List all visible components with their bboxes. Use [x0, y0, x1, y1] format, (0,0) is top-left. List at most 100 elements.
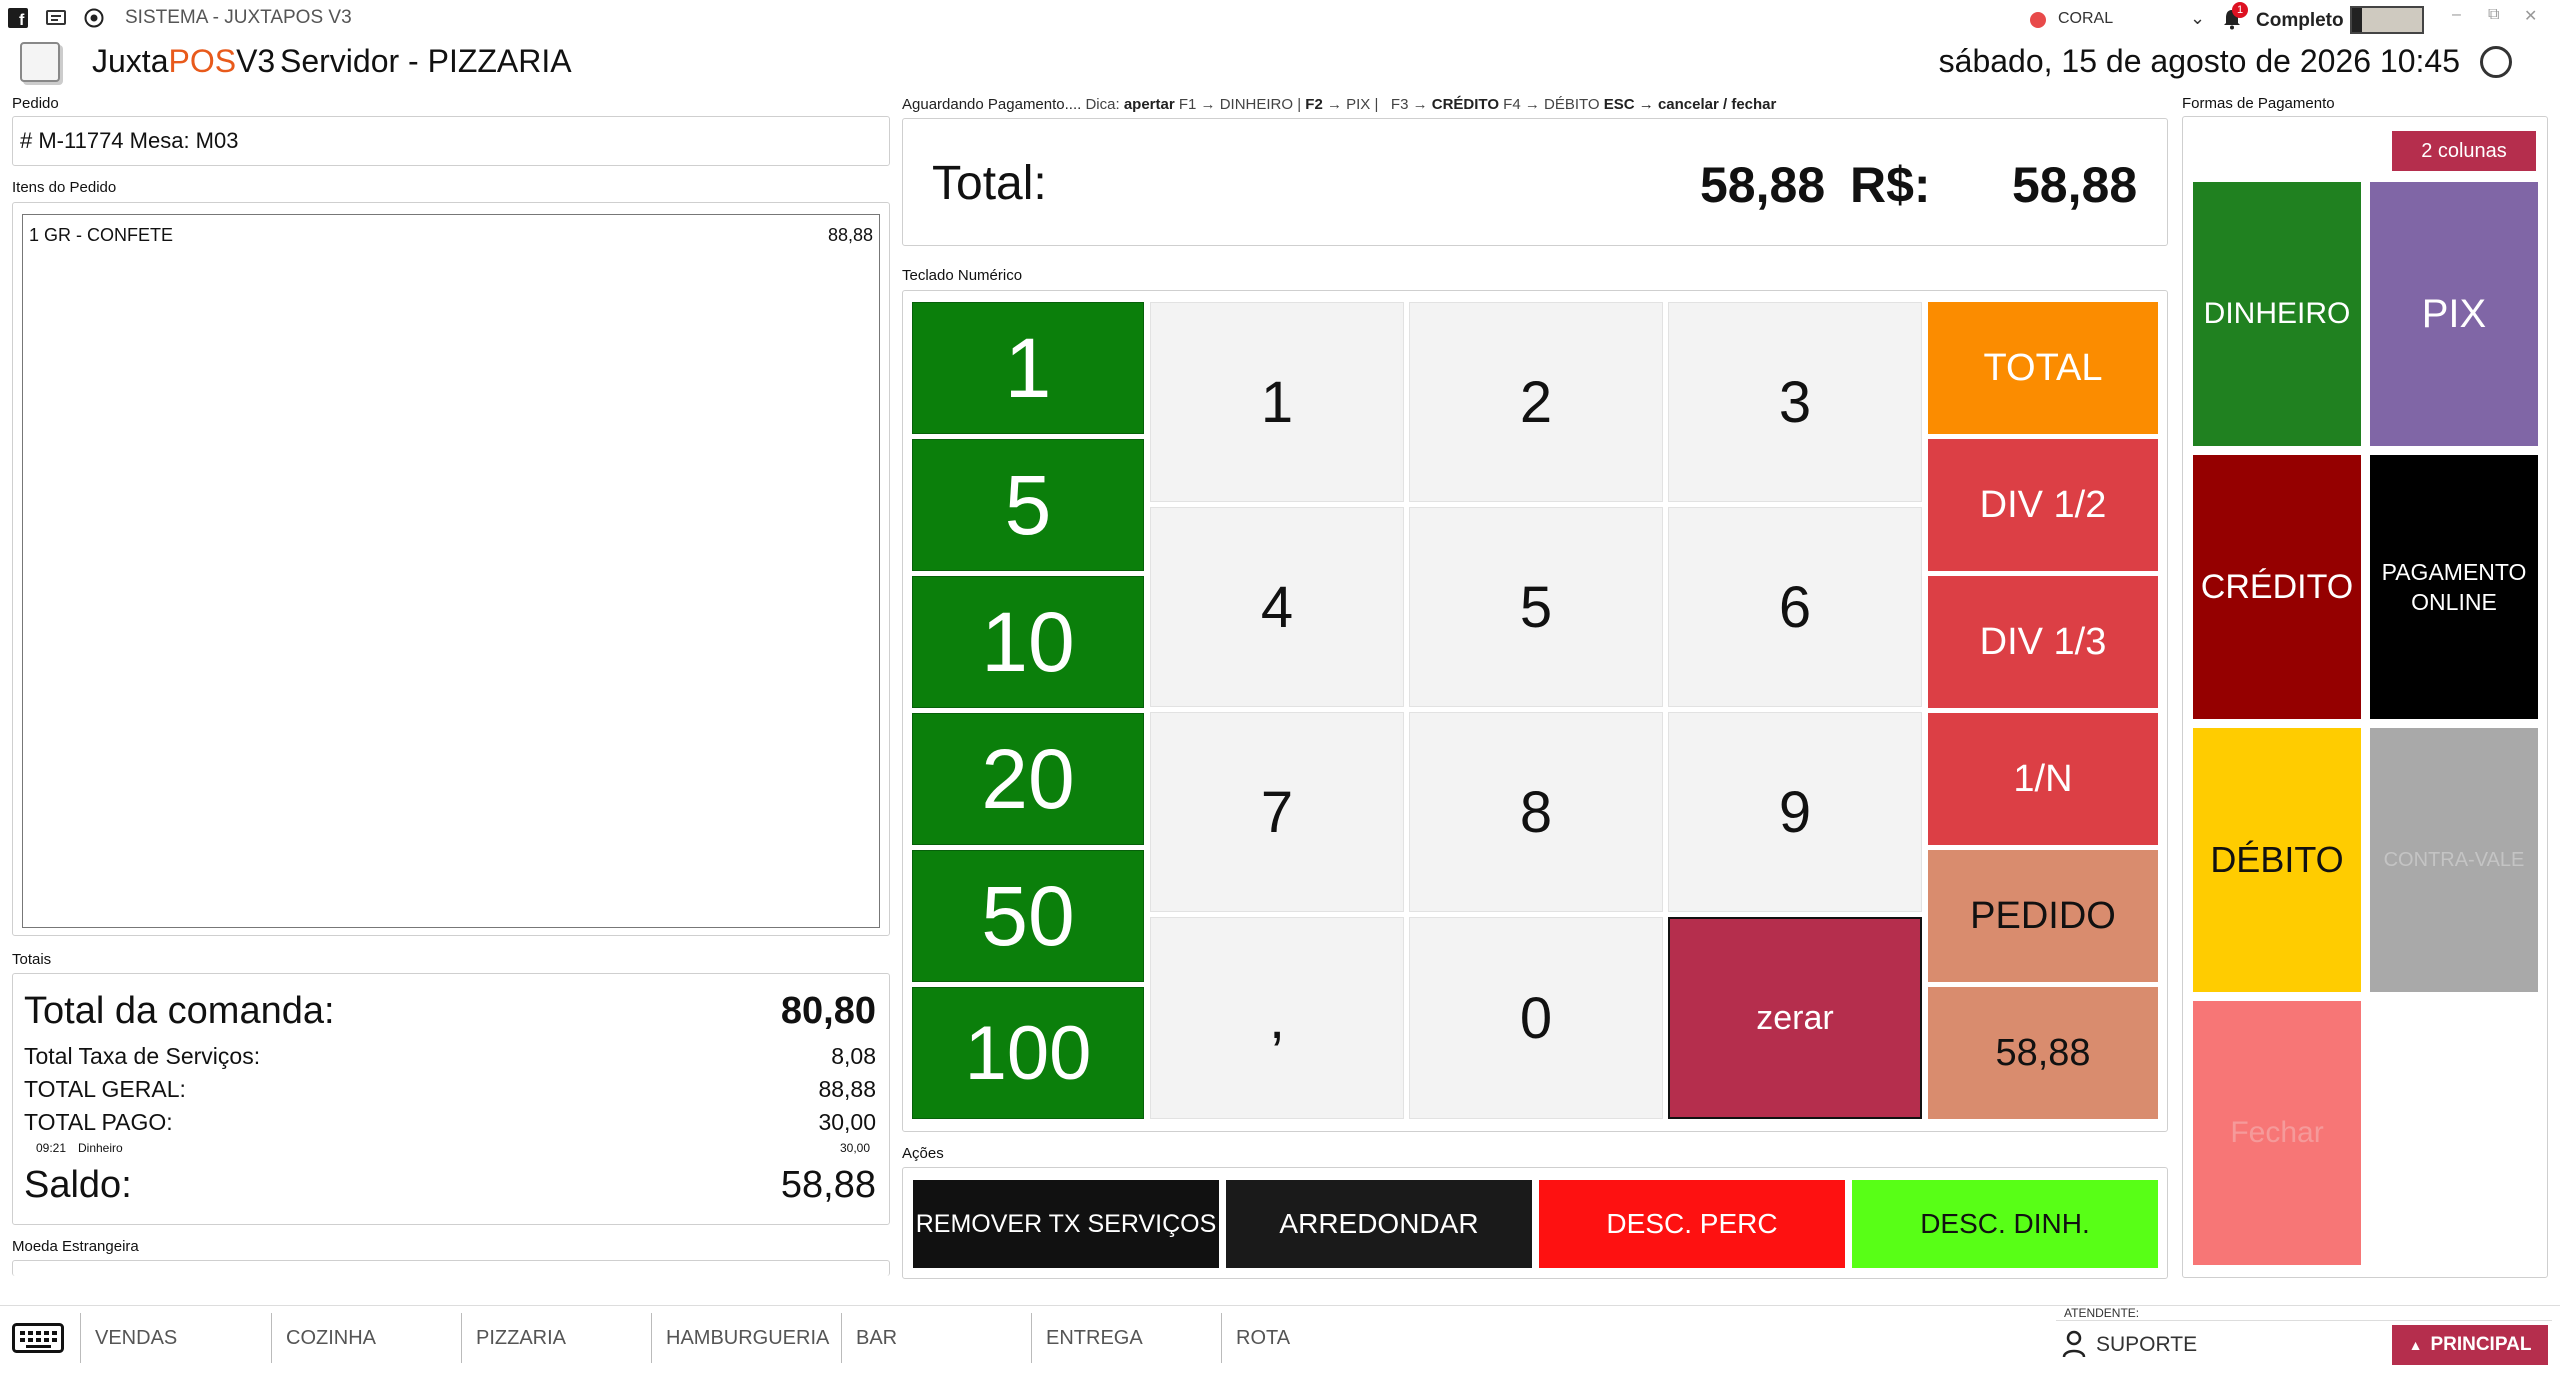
- quick-5-button[interactable]: 5: [912, 439, 1144, 571]
- zerar-button[interactable]: zerar: [1668, 917, 1922, 1119]
- taxa-label: Total Taxa de Serviços:: [24, 1043, 261, 1069]
- mode-toggle[interactable]: [2350, 6, 2424, 34]
- nav-pizzaria[interactable]: PIZZARIA: [461, 1313, 651, 1363]
- status-dot-icon: [2030, 12, 2046, 28]
- desc-perc-button[interactable]: DESC. PERC: [1539, 1180, 1845, 1268]
- div-half-button[interactable]: DIV 1/2: [1928, 439, 2158, 571]
- digit-6-button[interactable]: 6: [1668, 507, 1922, 707]
- pagamento-online-button[interactable]: PAGAMENTO ONLINE: [2370, 455, 2538, 719]
- keypad-label: Teclado Numérico: [902, 267, 1023, 284]
- payment-status: Aguardando Pagamento....: [902, 96, 1082, 113]
- total-comanda-row: Total da comanda: 80,80: [24, 990, 876, 1033]
- pedido-button[interactable]: PEDIDO: [1928, 850, 2158, 982]
- nav-vendas[interactable]: VENDAS: [80, 1313, 270, 1363]
- item-value: 88,88: [827, 225, 873, 245]
- digit-8-button[interactable]: 8: [1409, 712, 1663, 912]
- total-comanda-label: Total da comanda:: [24, 990, 335, 1032]
- hint-f3: F3 →: [1390, 96, 1428, 113]
- pix-button[interactable]: PIX: [2370, 182, 2538, 446]
- server-name: Servidor - PIZZARIA: [280, 43, 572, 79]
- hint-dica: Dica:: [1085, 96, 1120, 113]
- formas-label: Formas de Pagamento: [2182, 95, 2335, 112]
- desc-dinh-button[interactable]: DESC. DINH.: [1852, 1180, 2158, 1268]
- currency-value: 58,88: [2012, 157, 2138, 213]
- fechar-button[interactable]: Fechar: [2193, 1001, 2361, 1265]
- remover-tx-button[interactable]: REMOVER TX SERVIÇOS: [913, 1180, 1219, 1268]
- total-panel: [902, 118, 2168, 246]
- facebook-icon[interactable]: f: [8, 8, 28, 28]
- pedido-value: # M-11774 Mesa: M03: [20, 128, 239, 153]
- hint-apertar: apertar: [1123, 96, 1175, 113]
- quick-20-button[interactable]: 20: [912, 713, 1144, 845]
- digit-3-button[interactable]: 3: [1668, 302, 1922, 502]
- dinheiro-button[interactable]: DINHEIRO: [2193, 182, 2361, 446]
- digit-2-button[interactable]: 2: [1409, 302, 1663, 502]
- globe-icon[interactable]: [84, 8, 104, 28]
- div-n-button[interactable]: 1/N: [1928, 713, 2158, 845]
- hint-credito: CRÉDITO: [1431, 96, 1499, 113]
- digit-5-button[interactable]: 5: [1409, 507, 1663, 707]
- nav-rota[interactable]: ROTA: [1221, 1313, 1411, 1363]
- digit-4-button[interactable]: 4: [1150, 507, 1404, 707]
- restore-button[interactable]: ⧉: [2488, 6, 2499, 24]
- total-pago-value: 30,00: [818, 1109, 876, 1135]
- digit-9-button[interactable]: 9: [1668, 712, 1922, 912]
- svg-text:f: f: [19, 12, 25, 28]
- items-list[interactable]: 1 GR - CONFETE 88,88: [22, 214, 880, 928]
- chevron-up-icon: ▲: [2408, 1337, 2423, 1353]
- totais-label: Totais: [12, 951, 52, 968]
- total-pago-label: TOTAL PAGO:: [24, 1109, 173, 1135]
- total-geral-label: TOTAL GERAL:: [24, 1076, 186, 1102]
- nav-entrega[interactable]: ENTREGA: [1031, 1313, 1221, 1363]
- datetime: sábado, 15 de agosto de 2026 10:45: [1938, 43, 2460, 79]
- digit-0-button[interactable]: 0: [1409, 917, 1663, 1119]
- quick-100-button[interactable]: 100: [912, 987, 1144, 1119]
- moeda-label: Moeda Estrangeira: [12, 1238, 139, 1255]
- quick-10-button[interactable]: 10: [912, 576, 1144, 708]
- principal-button[interactable]: ▲ PRINCIPAL: [2392, 1325, 2548, 1365]
- arredondar-button[interactable]: ARREDONDAR: [1226, 1180, 1532, 1268]
- minimize-button[interactable]: –: [2452, 6, 2461, 24]
- atendente-name[interactable]: SUPORTE: [2096, 1333, 2197, 1357]
- columns-button[interactable]: 2 colunas: [2392, 131, 2536, 171]
- user-icon: [2062, 1330, 2086, 1358]
- quick-1-button[interactable]: 1: [912, 302, 1144, 434]
- payment-value: 30,00: [840, 1141, 871, 1155]
- payment-time: 09:21: [36, 1141, 67, 1155]
- close-window-button[interactable]: ✕: [2524, 6, 2537, 26]
- quick-50-button[interactable]: 50: [912, 850, 1144, 982]
- decimal-comma-button[interactable]: ,: [1150, 917, 1404, 1119]
- payment-method: Dinheiro: [78, 1141, 123, 1155]
- notification-badge: 1: [2232, 2, 2248, 18]
- digit-1-button[interactable]: 1: [1150, 302, 1404, 502]
- saldo-button[interactable]: 58,88: [1928, 987, 2158, 1119]
- app-name-suffix: V3: [236, 43, 276, 79]
- nav-hamburgueria[interactable]: HAMBURGUERIA: [651, 1313, 841, 1363]
- hint-f2: F2: [1305, 96, 1323, 113]
- nav-divider: [0, 1305, 2560, 1306]
- atendente-label: ATENDENTE:: [2064, 1306, 2140, 1320]
- nav-cozinha[interactable]: COZINHA: [271, 1313, 461, 1363]
- taxa-row: Total Taxa de Serviços: 8,08: [24, 1043, 876, 1070]
- payment-hint: Aguardando Pagamento.... Dica: apertar F…: [902, 96, 1776, 113]
- div-third-button[interactable]: DIV 1/3: [1928, 576, 2158, 708]
- window-title: SISTEMA - JUXTAPOS V3: [125, 7, 352, 28]
- app-name-pos: POS: [168, 43, 237, 79]
- moeda-panel: [12, 1260, 890, 1276]
- clock-icon[interactable]: [2480, 46, 2512, 78]
- contra-vale-button[interactable]: CONTRA-VALE: [2370, 728, 2538, 992]
- hint-f1: F1 → DINHEIRO |: [1178, 96, 1302, 113]
- chevron-down-icon[interactable]: ⌄: [2190, 8, 2205, 29]
- total-value: 58,88: [1700, 157, 1826, 213]
- debito-button[interactable]: DÉBITO: [2193, 728, 2361, 992]
- message-icon[interactable]: [46, 8, 66, 28]
- saldo-row: Saldo: 58,88: [24, 1164, 876, 1207]
- credito-button[interactable]: CRÉDITO: [2193, 455, 2361, 719]
- keyboard-icon[interactable]: [12, 1323, 64, 1353]
- digit-7-button[interactable]: 7: [1150, 712, 1404, 912]
- total-button[interactable]: TOTAL: [1928, 302, 2158, 434]
- nav-bar[interactable]: BAR: [841, 1313, 1031, 1363]
- list-item[interactable]: 1 GR - CONFETE 88,88: [29, 225, 873, 246]
- item-description: 1 GR - CONFETE: [29, 225, 174, 245]
- items-label: Itens do Pedido: [12, 179, 117, 196]
